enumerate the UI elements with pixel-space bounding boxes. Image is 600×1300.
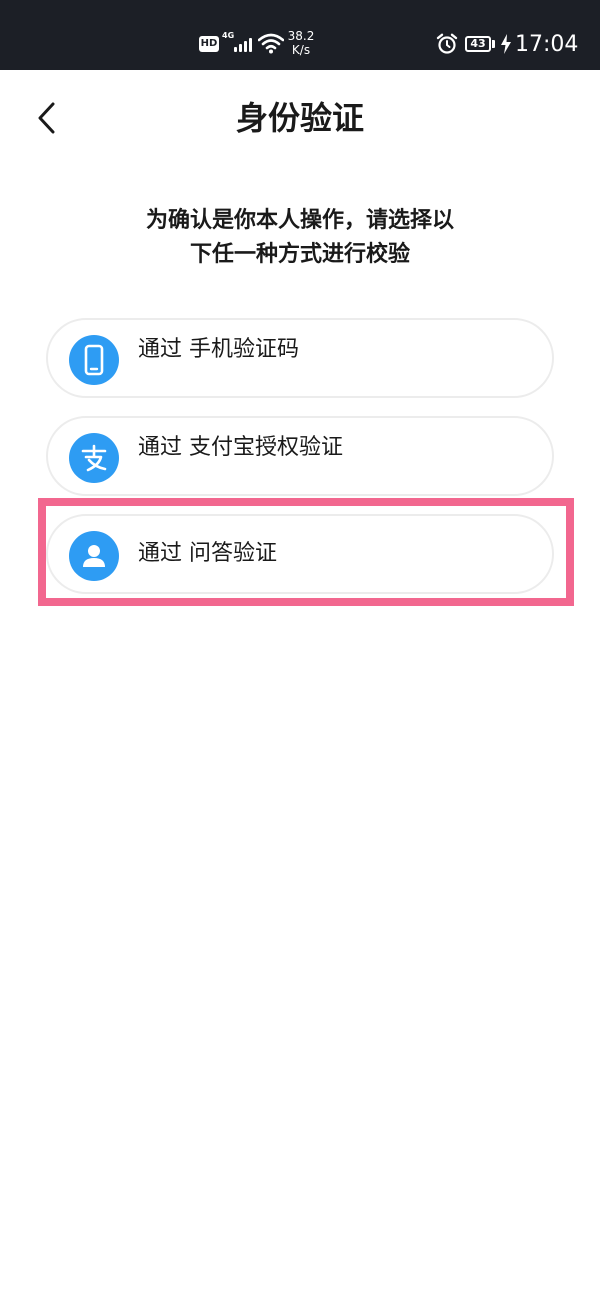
option-qa-verify[interactable]: 通过 问答验证 — [46, 514, 554, 594]
instruction-line-1: 为确认是你本人操作，请选择以 — [145, 208, 454, 233]
clock-time: 17:04 — [515, 32, 579, 57]
option-label: 通过 支付宝授权验证 — [138, 435, 343, 460]
option-label: 通过 问答验证 — [138, 541, 277, 566]
alipay-icon — [69, 433, 119, 483]
option-phone-code[interactable]: 通过 手机验证码 — [46, 318, 554, 398]
battery-cap — [492, 40, 495, 48]
instruction-line-2: 下任一种方式进行校验 — [189, 242, 410, 267]
option-alipay-auth[interactable]: 通过 支付宝授权验证 — [46, 416, 554, 496]
page-title: 身份验证 — [235, 99, 364, 137]
alarm-icon — [436, 33, 458, 54]
speed-unit: K/s — [291, 43, 311, 57]
person-icon — [69, 531, 119, 581]
speed-value: 38.2 — [287, 29, 315, 43]
battery-icon: 43 — [465, 36, 491, 52]
status-bar: HD 4G 38.2 K/s 43 17:04 — [0, 0, 600, 70]
option-label: 通过 手机验证码 — [138, 337, 299, 362]
signal-icon — [232, 34, 256, 52]
network-speed: 38.2 K/s — [286, 29, 316, 57]
hd-badge: HD — [199, 36, 219, 52]
instruction-text: 为确认是你本人操作，请选择以 下任一种方式进行校验 — [100, 204, 500, 272]
wifi-icon — [258, 33, 284, 54]
charging-bolt-icon — [501, 34, 511, 54]
phone-icon — [69, 335, 119, 385]
app-header: 身份验证 — [0, 70, 600, 166]
